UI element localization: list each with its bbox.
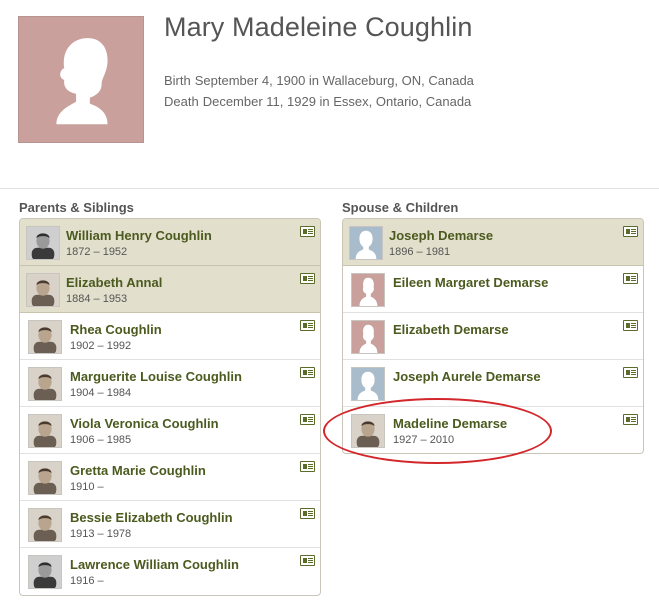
woman-portrait-photo[interactable] [28,367,62,401]
person-lifespan: 1910 – [70,481,104,493]
divider [0,188,659,189]
profile-card-icon[interactable] [300,508,315,519]
person-name-link[interactable]: Rhea Coughlin [70,322,162,337]
profile-card-icon[interactable] [623,414,638,425]
person-lifespan: 1884 – 1953 [66,293,128,305]
person-row[interactable]: Madeline Demarse 1927 – 2010 [343,407,643,453]
male-silhouette-icon[interactable] [349,226,383,260]
person-name-link[interactable]: Lawrence William Coughlin [70,557,239,572]
person-name-link[interactable]: Bessie Elizabeth Coughlin [70,510,233,525]
person-name-link[interactable]: Viola Veronica Coughlin [70,416,219,431]
person-lifespan: 1896 – 1981 [389,246,451,258]
person-lifespan: 1872 – 1952 [66,246,128,258]
birth-text: September 4, 1900 in Wallaceburg, ON, Ca… [194,73,474,88]
profile-card-icon[interactable] [623,367,638,378]
person-name-link[interactable]: Elizabeth Annal [66,275,162,290]
person-lifespan: 1927 – 2010 [393,434,455,446]
person-name: Mary Madeleine Coughlin [164,12,473,42]
person-name-link[interactable]: Madeline Demarse [393,416,507,431]
woman-portrait-photo[interactable] [28,508,62,542]
profile-card-icon[interactable] [300,414,315,425]
person-row[interactable]: Joseph Demarse 1896 – 1981 [343,219,643,266]
man-portrait-photo[interactable] [28,555,62,589]
person-row[interactable]: Elizabeth Demarse [343,313,643,360]
female-silhouette-icon[interactable] [351,320,385,354]
man-portrait-photo[interactable] [26,226,60,260]
person-row[interactable]: Viola Veronica Coughlin 1906 – 1985 [20,407,320,454]
person-row[interactable]: Elizabeth Annal 1884 – 1953 [20,266,320,313]
person-row[interactable]: Marguerite Louise Coughlin 1904 – 1984 [20,360,320,407]
person-row[interactable]: William Henry Coughlin 1872 – 1952 [20,219,320,266]
male-silhouette-icon[interactable] [351,367,385,401]
person-name-link[interactable]: Joseph Demarse [389,228,493,243]
death-label: Death [164,94,199,109]
person-lifespan: 1902 – 1992 [70,340,132,352]
woman-portrait-photo[interactable] [351,414,385,448]
person-row[interactable]: Joseph Aurele Demarse [343,360,643,407]
woman-portrait-photo[interactable] [28,320,62,354]
person-name-link[interactable]: Gretta Marie Coughlin [70,463,206,478]
spouse-children-list: Joseph Demarse 1896 – 1981 Eileen Margaret… [342,218,644,454]
parents-siblings-title: Parents & Siblings [19,200,134,215]
female-silhouette-icon[interactable] [351,273,385,307]
woman-portrait-photo[interactable] [28,461,62,495]
person-row[interactable]: Rhea Coughlin 1902 – 1992 [20,313,320,360]
person-row[interactable]: Lawrence William Coughlin 1916 – [20,548,320,595]
birth-fact: Birth September 4, 1900 in Wallaceburg, O… [164,73,474,88]
death-text: December 11, 1929 in Essex, Ontario, Can… [202,94,472,109]
profile-card-icon[interactable] [300,367,315,378]
profile-card-icon[interactable] [623,226,638,237]
person-name-link[interactable]: Eileen Margaret Demarse [393,275,548,290]
person-row[interactable]: Bessie Elizabeth Coughlin 1913 – 1978 [20,501,320,548]
person-name-link[interactable]: Elizabeth Demarse [393,322,509,337]
profile-card-icon[interactable] [300,555,315,566]
person-row[interactable]: Eileen Margaret Demarse [343,266,643,313]
woman-portrait-photo[interactable] [26,273,60,307]
birth-label: Birth [164,73,191,88]
person-name-link[interactable]: Marguerite Louise Coughlin [70,369,242,384]
profile-photo-female-silhouette[interactable] [18,16,144,143]
profile-card-icon[interactable] [300,273,315,284]
death-fact: Death December 11, 1929 in Essex, Ontario… [164,94,471,109]
person-name-link[interactable]: Joseph Aurele Demarse [393,369,541,384]
profile-card-icon[interactable] [300,320,315,331]
profile-card-icon[interactable] [300,461,315,472]
person-lifespan: 1913 – 1978 [70,528,132,540]
female-silhouette-icon [19,17,143,142]
woman-portrait-photo[interactable] [28,414,62,448]
person-lifespan: 1906 – 1985 [70,434,132,446]
parents-siblings-list: William Henry Coughlin 1872 – 1952 Elizabe… [19,218,321,596]
profile-card-icon[interactable] [300,226,315,237]
person-name-link[interactable]: William Henry Coughlin [66,228,212,243]
person-row[interactable]: Gretta Marie Coughlin 1910 – [20,454,320,501]
spouse-children-title: Spouse & Children [342,200,459,215]
profile-card-icon[interactable] [623,320,638,331]
person-lifespan: 1916 – [70,575,104,587]
profile-card-icon[interactable] [623,273,638,284]
person-lifespan: 1904 – 1984 [70,387,132,399]
